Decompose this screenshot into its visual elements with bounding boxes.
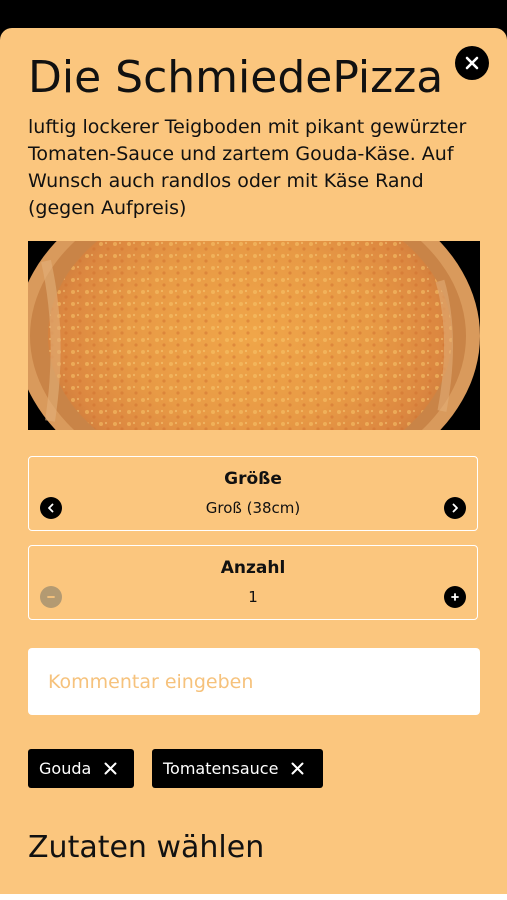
quantity-value: 1 bbox=[248, 588, 258, 606]
chevron-right-icon bbox=[452, 503, 458, 513]
size-label: Größe bbox=[224, 469, 282, 489]
pizza-illustration bbox=[28, 241, 480, 430]
quantity-stepper: Anzahl 1 bbox=[28, 545, 478, 620]
close-button[interactable] bbox=[455, 46, 489, 80]
ingredient-chip-tomatensauce[interactable]: Tomatensauce bbox=[152, 749, 323, 788]
bottom-edge bbox=[0, 894, 507, 900]
ingredient-chip-gouda[interactable]: Gouda bbox=[28, 749, 134, 788]
size-value: Groß (38cm) bbox=[205, 499, 301, 517]
size-selector: Größe Groß (38cm) bbox=[28, 456, 478, 531]
ingredient-chip-label: Gouda bbox=[39, 759, 92, 778]
product-detail-sheet: Die SchmiedePizza luftig lockerer Teigbo… bbox=[0, 28, 507, 894]
ingredients-section-heading: Zutaten wählen bbox=[28, 830, 265, 865]
product-title: Die SchmiedePizza bbox=[28, 52, 444, 103]
comment-input[interactable] bbox=[28, 648, 480, 715]
ingredient-chip-label: Tomatensauce bbox=[163, 759, 279, 778]
quantity-increase-button[interactable] bbox=[444, 586, 466, 608]
product-description: luftig lockerer Teigboden mit pikant gew… bbox=[28, 116, 467, 219]
product-image bbox=[28, 241, 480, 430]
remove-x-icon[interactable] bbox=[104, 762, 117, 775]
close-icon bbox=[465, 56, 479, 70]
size-next-button[interactable] bbox=[444, 497, 466, 519]
remove-x-icon[interactable] bbox=[291, 762, 304, 775]
quantity-label: Anzahl bbox=[220, 558, 286, 578]
plus-icon bbox=[451, 593, 459, 601]
